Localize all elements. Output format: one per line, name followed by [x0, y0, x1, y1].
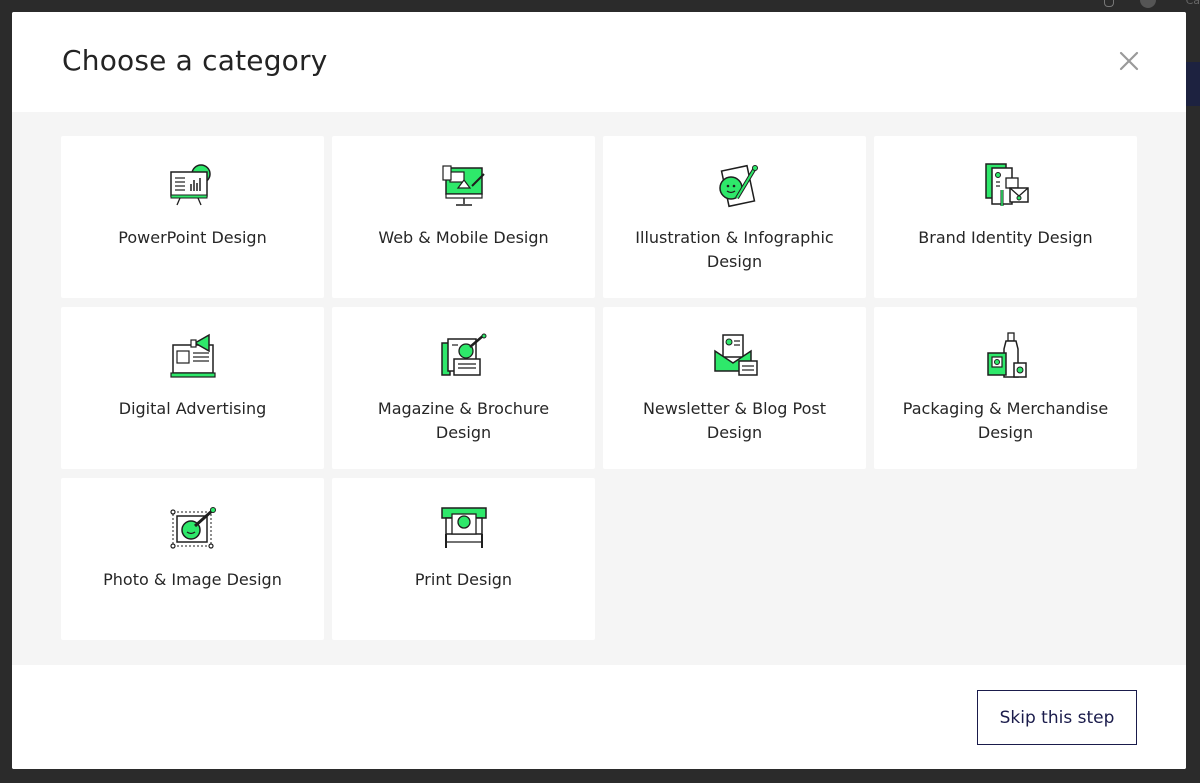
category-label: Newsletter & Blog Post Design: [642, 399, 827, 442]
category-card-digital-advertising[interactable]: Digital Advertising: [61, 307, 324, 469]
close-button[interactable]: [1118, 50, 1140, 72]
photo-edit-icon: [169, 507, 216, 549]
category-label: Digital Advertising: [118, 399, 267, 418]
category-card-newsletter-blog[interactable]: Newsletter & Blog Post Design: [603, 307, 866, 469]
monitor-icon: [441, 165, 485, 206]
printer-icon: [440, 507, 487, 548]
modal-footer: Skip this step: [12, 665, 1186, 769]
envelope-icon: [713, 334, 758, 376]
category-card-powerpoint[interactable]: PowerPoint Design: [61, 136, 324, 298]
avatar: [1140, 0, 1156, 8]
presentation-icon: [169, 164, 211, 206]
category-card-photo-image[interactable]: Photo & Image Design: [61, 478, 324, 640]
modal-title: Choose a category: [62, 44, 328, 77]
backdrop-edge: [1186, 62, 1200, 106]
modal-header: Choose a category: [12, 12, 1186, 112]
bell-icon: [1104, 0, 1114, 7]
category-card-print[interactable]: Print Design: [332, 478, 595, 640]
pencil-drawing-icon: [718, 164, 758, 208]
stationery-icon: [984, 163, 1029, 206]
category-label: Photo & Image Design: [103, 570, 282, 589]
category-label: Illustration & Infographic Design: [635, 228, 834, 271]
category-card-illustration[interactable]: Illustration & Infographic Design: [603, 136, 866, 298]
backdrop-label: Ca: [1185, 0, 1200, 7]
category-modal: Choose a category PowerPoint Design Web …: [12, 12, 1186, 769]
category-card-magazine-brochure[interactable]: Magazine & Brochure Design: [332, 307, 595, 469]
magazine-icon: [440, 333, 486, 376]
category-label: Packaging & Merchandise Design: [902, 399, 1109, 442]
category-card-web-mobile[interactable]: Web & Mobile Design: [332, 136, 595, 298]
category-card-packaging-merchandise[interactable]: Packaging & Merchandise Design: [874, 307, 1137, 469]
packaging-icon: [986, 332, 1027, 378]
category-label: Brand Identity Design: [918, 228, 1093, 247]
category-label: Web & Mobile Design: [378, 228, 549, 247]
category-label: Print Design: [414, 570, 513, 589]
megaphone-laptop-icon: [169, 333, 216, 378]
modal-body: PowerPoint Design Web & Mobile Design Il…: [12, 112, 1186, 665]
category-card-brand-identity[interactable]: Brand Identity Design: [874, 136, 1137, 298]
category-label: Magazine & Brochure Design: [377, 399, 550, 442]
backdrop-header: Ca: [1080, 0, 1200, 12]
skip-button[interactable]: Skip this step: [977, 690, 1137, 745]
category-grid: PowerPoint Design Web & Mobile Design Il…: [61, 136, 1137, 640]
category-label: PowerPoint Design: [118, 228, 267, 247]
close-icon: [1119, 51, 1139, 71]
